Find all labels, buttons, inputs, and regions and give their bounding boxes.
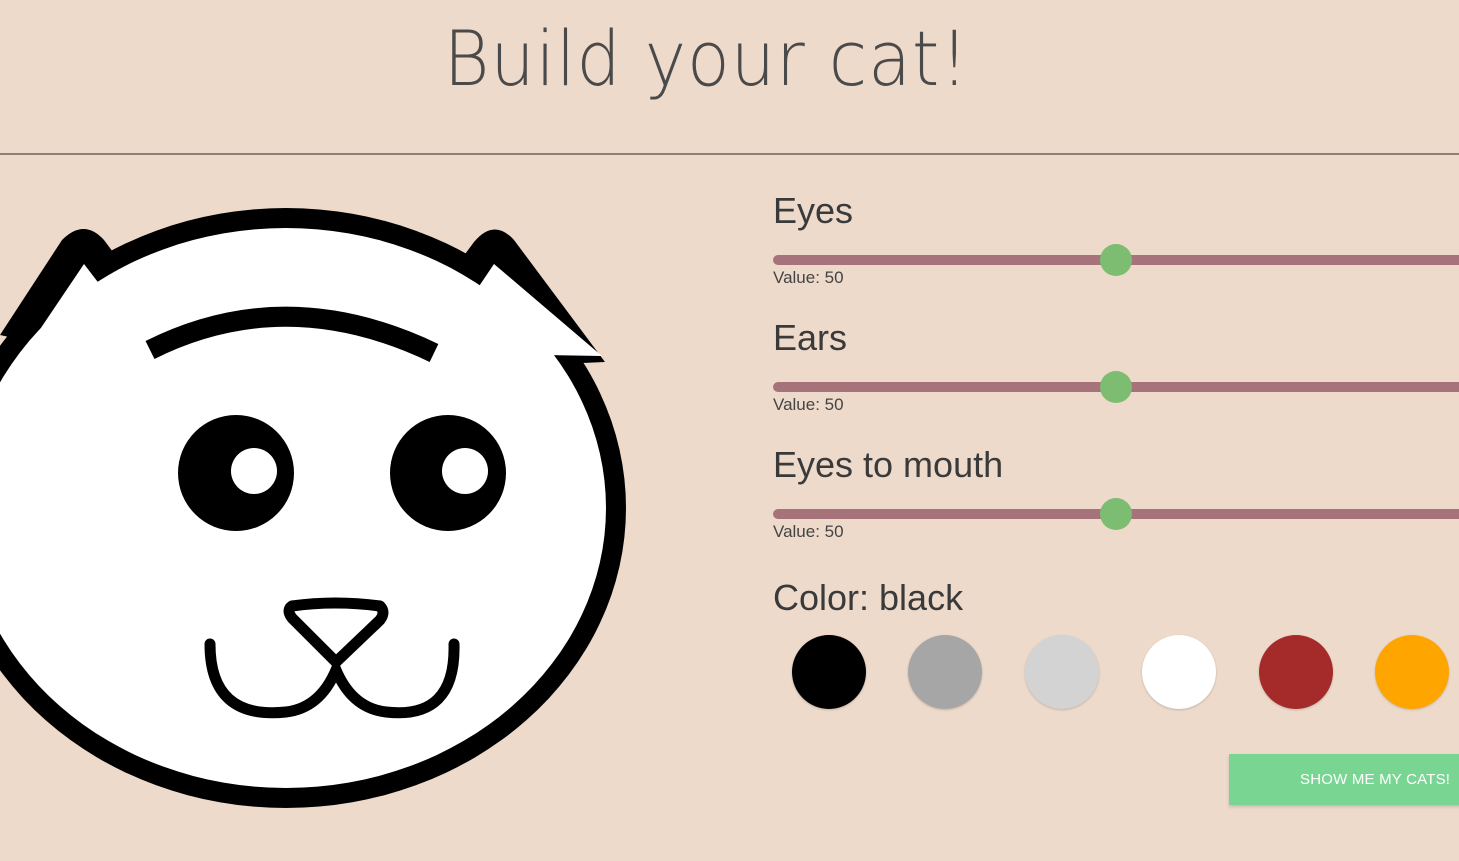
ears-slider-label: Ears	[773, 317, 848, 358]
show-my-cats-button[interactable]: SHOW ME MY CATS!	[1229, 754, 1459, 805]
eyes-slider-label: Eyes	[773, 190, 854, 231]
cat-left-pupil-highlight	[231, 448, 277, 494]
swatch-gray[interactable]	[908, 635, 982, 709]
eyes-slider-value: Value: 50	[773, 268, 844, 287]
eyes-to-mouth-slider-track[interactable]	[773, 498, 1459, 530]
eyes-to-mouth-slider-label: Eyes to mouth	[773, 444, 1004, 485]
cat-right-pupil-highlight	[442, 448, 488, 494]
swatch-lightgray[interactable]	[1025, 635, 1099, 709]
ears-slider-value: Value: 50	[773, 395, 844, 414]
page-header: Build your cat!	[0, 0, 1459, 155]
swatch-orange[interactable]	[1375, 635, 1449, 709]
color-label: Color: black	[773, 577, 964, 618]
color-swatches	[792, 635, 1459, 715]
swatch-black[interactable]	[792, 635, 866, 709]
cat-preview	[0, 160, 700, 860]
page-title: Build your cat!	[443, 14, 970, 103]
cat-face-drawing	[0, 208, 626, 808]
eyes-to-mouth-slider-thumb[interactable]	[1100, 498, 1132, 530]
swatch-white[interactable]	[1142, 635, 1216, 709]
eyes-slider-track[interactable]	[773, 244, 1459, 276]
ears-slider-track[interactable]	[773, 371, 1459, 403]
ears-slider-thumb[interactable]	[1100, 371, 1132, 403]
swatch-brown[interactable]	[1259, 635, 1333, 709]
eyes-to-mouth-slider-value: Value: 50	[773, 522, 844, 541]
eyes-slider-thumb[interactable]	[1100, 244, 1132, 276]
